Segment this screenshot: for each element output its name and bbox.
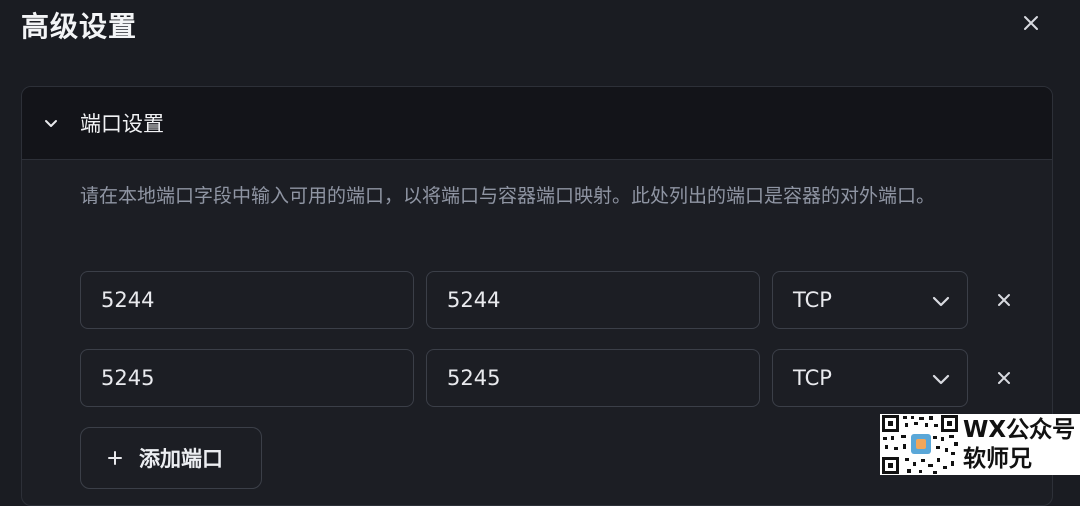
section-title: 端口设置 [80,112,164,136]
watermark: WX公众号 软师兄 [880,414,1080,475]
protocol-value: TCP [793,288,832,312]
local-port-input[interactable]: 5245 [80,349,414,407]
remove-port-button[interactable] [994,290,1014,310]
protocol-select[interactable]: TCP [772,349,968,407]
protocol-value: TCP [793,366,832,390]
plus-icon [108,451,122,465]
port-description: 请在本地端口字段中输入可用的端口，以将端口与容器端口映射。此处列出的端口是容器的… [80,185,936,207]
close-button[interactable] [1016,8,1046,38]
chevron-down-icon [932,374,950,385]
add-port-label: 添加端口 [139,447,223,471]
local-port-input[interactable]: 5244 [80,271,414,329]
container-port-input[interactable]: 5245 [426,349,760,407]
chevron-down-icon [41,113,61,133]
close-icon [1024,16,1038,30]
chevron-down-icon [932,296,950,307]
close-icon [998,294,1010,306]
port-settings-header[interactable]: 端口设置 [22,87,1052,160]
port-row: 5245 5245 TCP [80,349,1040,407]
qr-code-icon [881,414,959,475]
protocol-select[interactable]: TCP [772,271,968,329]
watermark-line-2: 软师兄 [963,445,1032,472]
close-icon [998,372,1010,384]
port-row: 5244 5244 TCP [80,271,1040,329]
remove-port-button[interactable] [994,368,1014,388]
watermark-line-1: WX公众号 [963,416,1076,443]
container-port-input[interactable]: 5244 [426,271,760,329]
add-port-button[interactable]: 添加端口 [80,427,262,489]
dialog-title: 高级设置 [21,10,138,43]
